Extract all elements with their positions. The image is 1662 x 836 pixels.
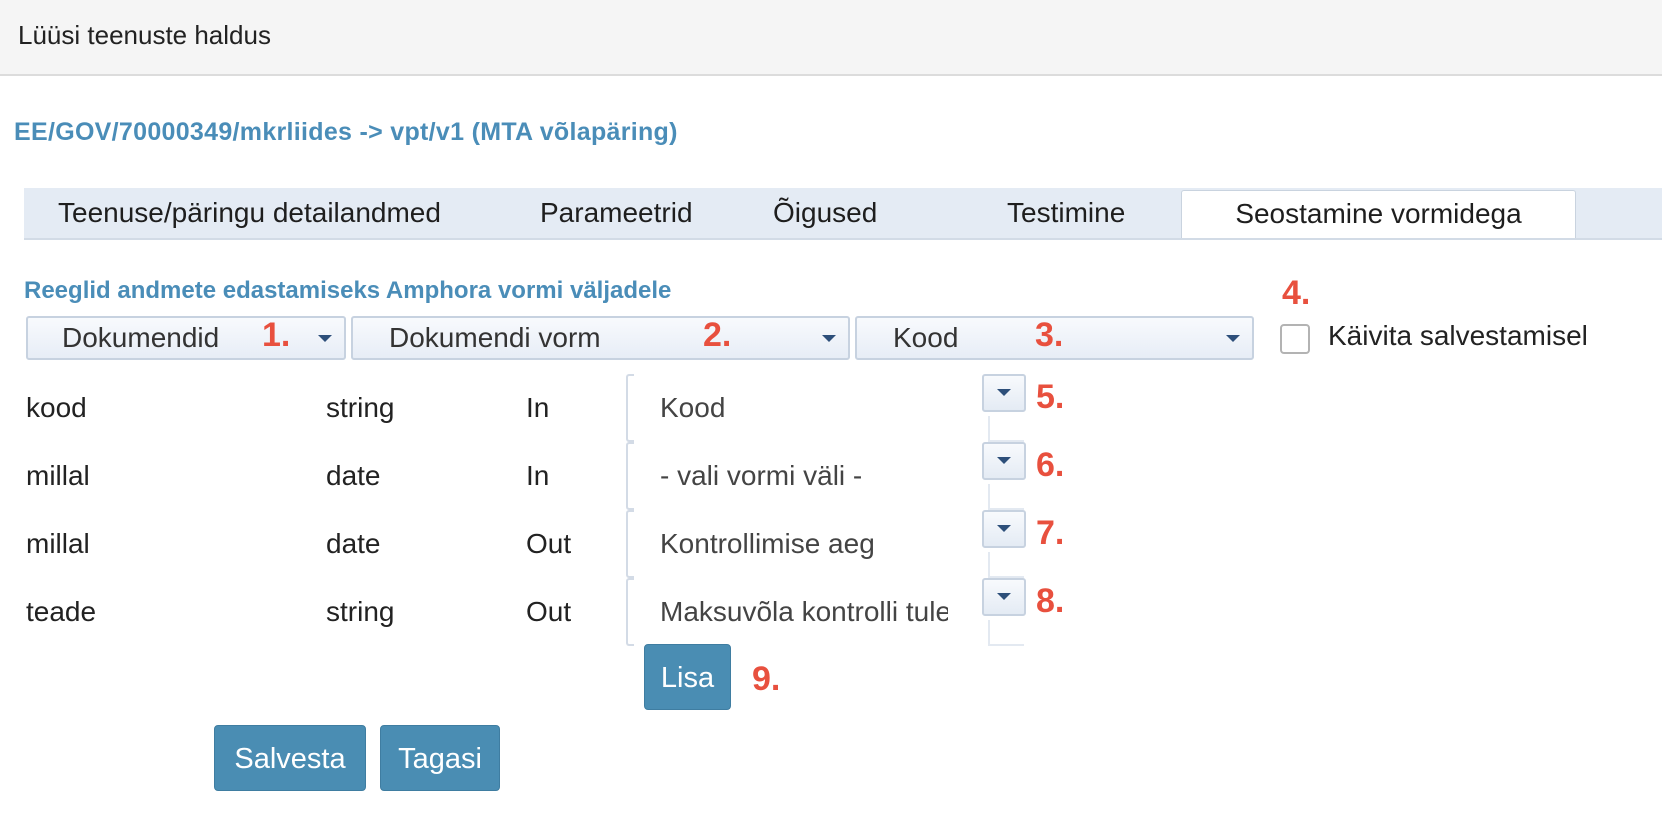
chevron-down-icon <box>822 335 836 342</box>
form-field-dropdown-button[interactable] <box>982 374 1026 412</box>
tab-form-linking[interactable]: Seostamine vormidega <box>1181 190 1576 238</box>
param-type: string <box>326 596 395 627</box>
chevron-down-icon <box>997 389 1011 396</box>
param-type: string <box>326 392 395 423</box>
tab-bar: Teenuse/päringu detailandmed Parameetrid… <box>24 188 1662 240</box>
form-field-value: - vali vormi väli - <box>660 460 863 491</box>
code-select-value: Kood <box>893 322 959 353</box>
form-field-dropdown-button[interactable] <box>982 578 1026 616</box>
table-row: teade string Out Maksuvõla kontrolli tul… <box>0 578 1100 646</box>
param-direction: Out <box>526 528 572 559</box>
section-title: Reeglid andmete edastamiseks Amphora vor… <box>24 277 672 304</box>
dropdown-frame <box>988 552 1024 578</box>
param-name: millal <box>26 460 90 491</box>
tab-testing[interactable]: Testimine <box>1007 188 1125 238</box>
field-border <box>626 578 634 646</box>
app-title: Lüüsi teenuste haldus <box>18 20 271 50</box>
back-button[interactable]: Tagasi <box>380 725 500 791</box>
form-field-value: Maksuvõla kontrolli tulemus <box>660 596 948 627</box>
annotation-7: 7. <box>1036 514 1065 552</box>
table-row: kood string In Kood 5. <box>0 374 1100 442</box>
dropdown-frame <box>988 484 1024 510</box>
field-border <box>626 442 634 510</box>
param-name: teade <box>26 596 97 627</box>
annotation-5: 5. <box>1036 378 1065 416</box>
run-on-save-label: Käivita salvestamisel <box>1328 320 1588 351</box>
chevron-down-icon <box>1226 335 1240 342</box>
form-field-select[interactable]: Maksuvõla kontrolli tulemus <box>626 578 1026 646</box>
tab-parameters[interactable]: Parameetrid <box>540 188 693 238</box>
document-form-select[interactable]: Dokumendi vorm <box>351 316 850 360</box>
param-type: date <box>326 460 381 491</box>
form-field-value: Kood <box>660 392 726 423</box>
chevron-down-icon <box>997 593 1011 600</box>
table-row: millal date Out Kontrollimise aeg 7. <box>0 510 1100 578</box>
app-header: Lüüsi teenuste haldus <box>0 0 1662 76</box>
field-border <box>626 510 634 578</box>
annotation-8: 8. <box>1036 582 1065 620</box>
annotation-6: 6. <box>1036 446 1065 484</box>
run-on-save-checkbox[interactable] <box>1280 324 1310 354</box>
annotation-4: 4. <box>1282 274 1311 312</box>
form-field-select[interactable]: - vali vormi väli - <box>626 442 1026 510</box>
documents-select[interactable]: Dokumendid <box>26 316 346 360</box>
code-select[interactable]: Kood <box>855 316 1254 360</box>
chevron-down-icon <box>997 457 1011 464</box>
annotation-9: 9. <box>752 660 781 698</box>
param-direction: In <box>526 460 550 491</box>
form-field-value: Kontrollimise aeg <box>660 528 875 559</box>
param-direction: Out <box>526 596 572 627</box>
param-name: millal <box>26 528 90 559</box>
form-field-select[interactable]: Kontrollimise aeg <box>626 510 1026 578</box>
param-name: kood <box>26 392 87 423</box>
dropdown-frame <box>988 416 1024 442</box>
form-field-dropdown-button[interactable] <box>982 510 1026 548</box>
save-button[interactable]: Salvesta <box>214 725 366 791</box>
param-direction: In <box>526 392 550 423</box>
field-border <box>626 374 634 442</box>
tab-service-details[interactable]: Teenuse/päringu detailandmed <box>58 188 441 238</box>
add-button[interactable]: Lisa <box>644 644 731 710</box>
chevron-down-icon <box>318 335 332 342</box>
form-field-dropdown-button[interactable] <box>982 442 1026 480</box>
param-type: date <box>326 528 381 559</box>
form-field-select[interactable]: Kood <box>626 374 1026 442</box>
table-row: millal date In - vali vormi väli - 6. <box>0 442 1100 510</box>
service-path: EE/GOV/70000349/mkrliides -> vpt/v1 (MTA… <box>14 118 678 146</box>
tab-permissions[interactable]: Õigused <box>773 188 877 238</box>
dropdown-frame <box>988 620 1024 646</box>
chevron-down-icon <box>997 525 1011 532</box>
documents-select-value: Dokumendid <box>62 322 220 353</box>
document-form-select-value: Dokumendi vorm <box>389 322 601 353</box>
